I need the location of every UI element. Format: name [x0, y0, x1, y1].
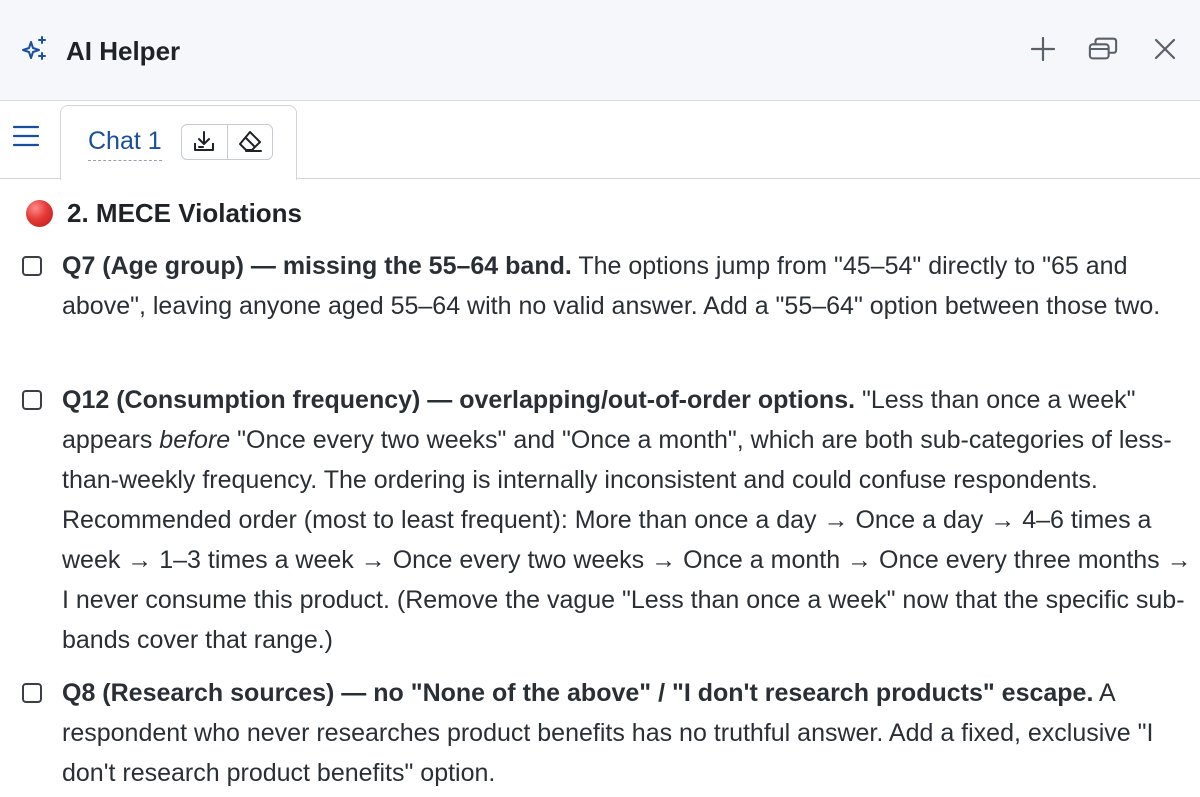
plus-icon: [1030, 36, 1056, 62]
restore-window-button[interactable]: [1088, 34, 1118, 64]
clear-chat-button[interactable]: [226, 125, 272, 159]
download-chat-button[interactable]: [182, 125, 227, 159]
new-chat-button[interactable]: [1028, 34, 1058, 64]
item-checkbox[interactable]: [22, 256, 42, 276]
section-title: 2. MECE Violations: [67, 197, 303, 228]
section-header: 2. MECE Violations: [26, 196, 302, 230]
panel-header: AI Helper: [0, 0, 1200, 101]
menu-icon[interactable]: [12, 122, 40, 150]
eraser-icon: [238, 131, 262, 152]
sparkle-icon: [22, 36, 46, 60]
tab-chat-1-label[interactable]: Chat 1: [88, 126, 162, 161]
panel-title: AI Helper: [66, 36, 181, 66]
item-text: Q8 (Research sources) — no "None of the …: [62, 679, 1154, 787]
download-icon: [194, 131, 215, 151]
restore-window-icon: [1088, 37, 1118, 60]
tab-actions: [181, 124, 273, 160]
item-text: Q7 (Age group) — missing the 55–64 band.…: [62, 252, 1161, 320]
close-icon: [1154, 38, 1176, 60]
close-button[interactable]: [1150, 34, 1180, 64]
item-checkbox[interactable]: [22, 390, 42, 410]
item-checkbox[interactable]: [22, 683, 42, 703]
status-dot-icon: [26, 199, 53, 227]
item-text: Q12 (Consumption frequency) — overlappin…: [62, 386, 1192, 654]
